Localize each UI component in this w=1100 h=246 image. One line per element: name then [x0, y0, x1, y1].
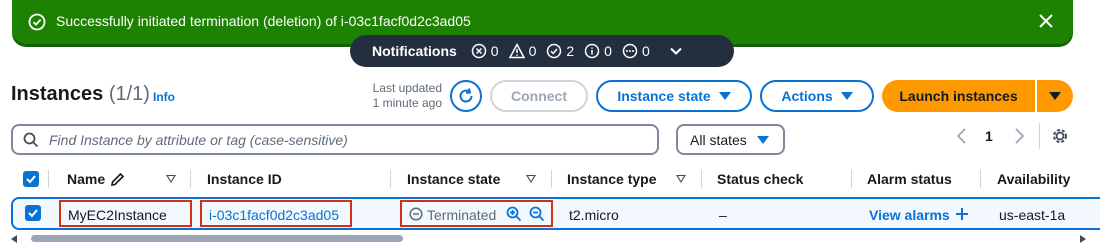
column-divider — [980, 170, 981, 188]
search-icon — [23, 132, 39, 147]
column-name[interactable]: Name — [67, 171, 105, 187]
pencil-icon — [111, 172, 125, 186]
chevron-left-icon[interactable] — [955, 127, 969, 145]
warning-count[interactable]: 0 — [508, 43, 536, 59]
refresh-button[interactable] — [450, 80, 482, 112]
sort-icon[interactable] — [676, 175, 686, 183]
scrollbar-thumb[interactable] — [31, 235, 403, 242]
sort-icon[interactable] — [166, 175, 176, 183]
instance-id-link[interactable]: i-03c1facf0d2c3ad05 — [209, 207, 339, 223]
chevron-right-icon[interactable] — [1012, 127, 1026, 145]
check-icon — [26, 175, 36, 184]
caret-down-icon — [1049, 92, 1061, 100]
stopped-status-icon — [409, 207, 423, 221]
info-link[interactable]: Info — [153, 90, 175, 104]
error-icon — [471, 43, 487, 59]
caret-down-icon — [718, 92, 731, 100]
warning-icon — [508, 43, 525, 59]
info-count[interactable]: 0 — [584, 43, 612, 59]
success-icon — [547, 43, 562, 59]
column-divider — [551, 170, 552, 188]
info-icon — [584, 43, 600, 59]
close-icon[interactable] — [1037, 12, 1055, 30]
launch-instances-button[interactable]: Launch instances — [882, 80, 1035, 112]
last-updated: Last updated 1 minute ago — [372, 81, 442, 110]
scroll-left-icon[interactable] — [11, 235, 17, 243]
availability-zone-value: us-east-1a — [999, 207, 1066, 223]
column-divider — [190, 170, 191, 188]
states-select[interactable]: All states — [676, 124, 785, 155]
table-header: Name Instance ID Instance state Instance… — [0, 163, 1100, 195]
instance-name: MyEC2Instance — [68, 207, 167, 223]
select-all-checkbox[interactable] — [23, 171, 39, 187]
sort-icon[interactable] — [526, 175, 536, 183]
chevron-down-icon[interactable] — [668, 43, 684, 59]
refresh-icon — [459, 88, 473, 103]
success-check-icon — [28, 13, 46, 31]
notifications-title: Notifications — [372, 43, 457, 59]
actions-button[interactable]: Actions — [760, 80, 874, 112]
success-count[interactable]: 2 — [546, 43, 574, 59]
column-availability[interactable]: Availability — [997, 171, 1070, 187]
check-icon — [28, 209, 38, 218]
search-placeholder: Find Instance by attribute or tag (case-… — [49, 131, 348, 148]
column-divider — [851, 170, 852, 188]
divider — [1039, 123, 1040, 149]
column-instance-state[interactable]: Instance state — [407, 171, 500, 187]
search-input[interactable]: Find Instance by attribute or tag (case-… — [11, 124, 659, 155]
plus-icon[interactable] — [955, 207, 969, 221]
caret-down-icon — [756, 135, 769, 144]
instance-type-value: t2.micro — [569, 207, 619, 223]
page-title: Instances (1/1) — [11, 83, 150, 105]
column-instance-type[interactable]: Instance type — [567, 171, 656, 187]
notifications-bar[interactable]: Notifications 0 0 2 0 0 — [350, 35, 734, 67]
connect-button[interactable]: Connect — [490, 80, 588, 112]
error-count[interactable]: 0 — [471, 43, 499, 59]
zoom-out-icon[interactable] — [529, 206, 545, 222]
table-row[interactable]: MyEC2Instance i-03c1facf0d2c3ad05 Termin… — [11, 197, 1100, 230]
view-alarms-link[interactable]: View alarms — [869, 207, 950, 223]
launch-dropdown-button[interactable] — [1037, 80, 1073, 112]
in-progress-count[interactable]: 0 — [622, 43, 650, 59]
caret-down-icon — [840, 92, 853, 100]
row-checkbox[interactable] — [25, 205, 41, 221]
banner-message: Successfully initiated termination (dele… — [56, 13, 471, 29]
in-progress-icon — [622, 43, 638, 59]
instance-count: (1/1) — [108, 83, 150, 105]
zoom-in-icon[interactable] — [506, 206, 522, 222]
column-status-check[interactable]: Status check — [717, 171, 803, 187]
gear-icon[interactable] — [1050, 126, 1070, 146]
page-number[interactable]: 1 — [985, 128, 993, 144]
instance-state-value: Terminated — [427, 207, 497, 223]
column-divider — [701, 170, 702, 188]
column-divider — [48, 170, 49, 188]
column-alarm-status[interactable]: Alarm status — [867, 171, 952, 187]
column-instance-id[interactable]: Instance ID — [207, 171, 282, 187]
status-check-value: – — [719, 207, 727, 223]
column-divider — [390, 170, 391, 188]
horizontal-scrollbar[interactable] — [11, 233, 1100, 246]
instance-state-button[interactable]: Instance state — [596, 80, 752, 112]
scroll-right-icon[interactable] — [1080, 235, 1086, 243]
